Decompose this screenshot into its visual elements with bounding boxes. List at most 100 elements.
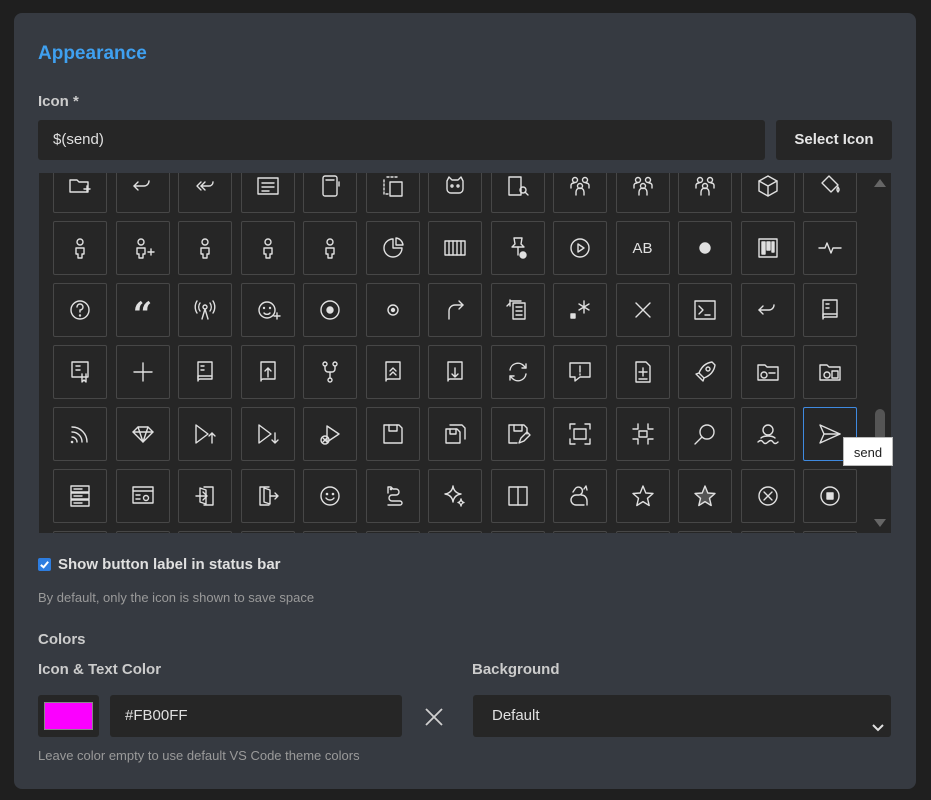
icon-option-sparkle[interactable]	[428, 469, 482, 523]
icon-option-paintcan[interactable]	[803, 173, 857, 213]
icon-option-organization[interactable]	[678, 173, 732, 213]
icon-option-more[interactable]	[490, 531, 545, 533]
icon-grid-scrollbar[interactable]	[869, 173, 891, 533]
icon-option-person-waves[interactable]	[740, 407, 795, 461]
icon-option-report[interactable]	[553, 345, 607, 399]
icon-option-screen-normal[interactable]	[615, 407, 670, 461]
icon-option-repo-clone[interactable]	[53, 345, 107, 399]
icon-option-save[interactable]	[365, 407, 420, 461]
icon-option-diff-added[interactable]	[615, 345, 670, 399]
icon-option-save-as[interactable]	[490, 407, 545, 461]
clear-color-button[interactable]	[423, 706, 445, 728]
icon-option-github-alt[interactable]	[428, 173, 482, 213]
icon-option-snake[interactable]	[365, 469, 420, 523]
icon-option-project[interactable]	[740, 221, 795, 275]
icon-option-preview[interactable]	[240, 173, 295, 213]
icon-option-save-all[interactable]	[428, 407, 482, 461]
icon-option-more[interactable]	[365, 531, 420, 533]
icon-option-more[interactable]	[178, 531, 232, 533]
icon-option-organization[interactable]	[615, 173, 670, 213]
icon-option-reactions[interactable]	[240, 283, 295, 337]
icon-option-more[interactable]	[803, 531, 857, 533]
icon-option-person[interactable]	[303, 221, 357, 275]
icon-option-redo[interactable]	[428, 283, 482, 337]
icon-option-repo-forced-push[interactable]	[365, 345, 420, 399]
icon-option-record[interactable]	[303, 283, 357, 337]
show-label-checkbox-row[interactable]: Show button label in status bar	[38, 556, 281, 573]
icon-option-search[interactable]	[678, 407, 732, 461]
icon-option-regex[interactable]	[553, 283, 607, 337]
icon-option-server-process[interactable]	[115, 469, 170, 523]
icon-option-person[interactable]	[240, 221, 295, 275]
icon-option-play-circle[interactable]	[553, 221, 607, 275]
icon-option-stop-circle[interactable]	[803, 469, 857, 523]
icon-option-pulse[interactable]	[803, 221, 857, 275]
icon-option-sync[interactable]	[490, 345, 545, 399]
icon-option-new-folder[interactable]	[53, 173, 107, 213]
icon-option-repo-pull[interactable]	[428, 345, 482, 399]
icon-option-person-add[interactable]	[115, 221, 170, 275]
scroll-down-arrow-icon[interactable]	[874, 519, 886, 527]
icon-option-repo-push[interactable]	[240, 345, 295, 399]
icon-option-quote[interactable]: “	[115, 283, 170, 337]
icon-option-sign-out[interactable]	[240, 469, 295, 523]
icon-option-notebook[interactable]	[303, 173, 357, 213]
icon-option-repo[interactable]	[803, 283, 857, 337]
scroll-up-arrow-icon[interactable]	[874, 179, 886, 187]
icon-option-pie-chart[interactable]	[365, 221, 420, 275]
icon-option-question[interactable]	[53, 283, 107, 337]
icon-option-smiley[interactable]	[303, 469, 357, 523]
icon-option-references[interactable]	[490, 283, 545, 337]
icon-option-sign-in[interactable]	[178, 469, 232, 523]
icon-option-ruby[interactable]	[115, 407, 170, 461]
icon-option-star[interactable]	[615, 469, 670, 523]
icon-text-color-input[interactable]: #FB00FF	[110, 695, 402, 737]
show-label-checkbox[interactable]	[38, 558, 51, 571]
icon-option-star-full[interactable]	[678, 469, 732, 523]
icon-option-reply[interactable]	[740, 283, 795, 337]
icon-option-reply[interactable]	[115, 173, 170, 213]
icon-option-organization[interactable]	[553, 173, 607, 213]
select-icon-button[interactable]: Select Icon	[776, 120, 892, 160]
icon-option-more[interactable]	[115, 531, 170, 533]
icon-option-reply-all[interactable]	[178, 173, 232, 213]
icon-option-screen-full[interactable]	[553, 407, 607, 461]
icon-option-radio-tower[interactable]	[178, 283, 232, 337]
icon-option-more[interactable]	[53, 531, 107, 533]
icon-input[interactable]: $(send)	[38, 120, 765, 160]
icon-option-more[interactable]	[740, 531, 795, 533]
icon-option-more[interactable]	[553, 531, 607, 533]
icon-option-copy-dashed[interactable]	[365, 173, 420, 213]
icon-option-repo[interactable]	[178, 345, 232, 399]
icon-option-squirrel[interactable]	[553, 469, 607, 523]
icon-option-record-small[interactable]	[365, 283, 420, 337]
icon-picker-grid[interactable]: AB “	[39, 173, 891, 533]
icon-option-run-errors[interactable]	[303, 407, 357, 461]
icon-option-person[interactable]	[178, 221, 232, 275]
icon-option-person[interactable]	[53, 221, 107, 275]
icon-option-package[interactable]	[740, 173, 795, 213]
icon-option-repo-forked[interactable]	[303, 345, 357, 399]
icon-option-more[interactable]	[678, 531, 732, 533]
icon-option-server[interactable]	[53, 469, 107, 523]
icon-option-more[interactable]	[303, 531, 357, 533]
icon-option-dot[interactable]	[678, 221, 732, 275]
icon-option-more[interactable]	[615, 531, 670, 533]
background-select[interactable]: Default	[473, 695, 891, 737]
icon-option-more[interactable]	[240, 531, 295, 533]
icon-option-add[interactable]	[115, 345, 170, 399]
icon-option-run-below[interactable]	[240, 407, 295, 461]
icon-option-more[interactable]	[428, 531, 482, 533]
icon-option-split-horizontal[interactable]	[490, 469, 545, 523]
icon-option-run-above[interactable]	[178, 407, 232, 461]
icon-option-terminal[interactable]	[678, 283, 732, 337]
icon-option-folder-library[interactable]	[803, 345, 857, 399]
icon-option-piano[interactable]	[428, 221, 482, 275]
icon-option-stop[interactable]	[740, 469, 795, 523]
icon-option-pin[interactable]	[490, 221, 545, 275]
icon-option-AB[interactable]: AB	[615, 221, 670, 275]
icon-option-open-preview[interactable]	[490, 173, 545, 213]
icon-option-rss[interactable]	[53, 407, 107, 461]
color-picker-button[interactable]	[38, 695, 99, 737]
icon-option-rocket[interactable]	[678, 345, 732, 399]
